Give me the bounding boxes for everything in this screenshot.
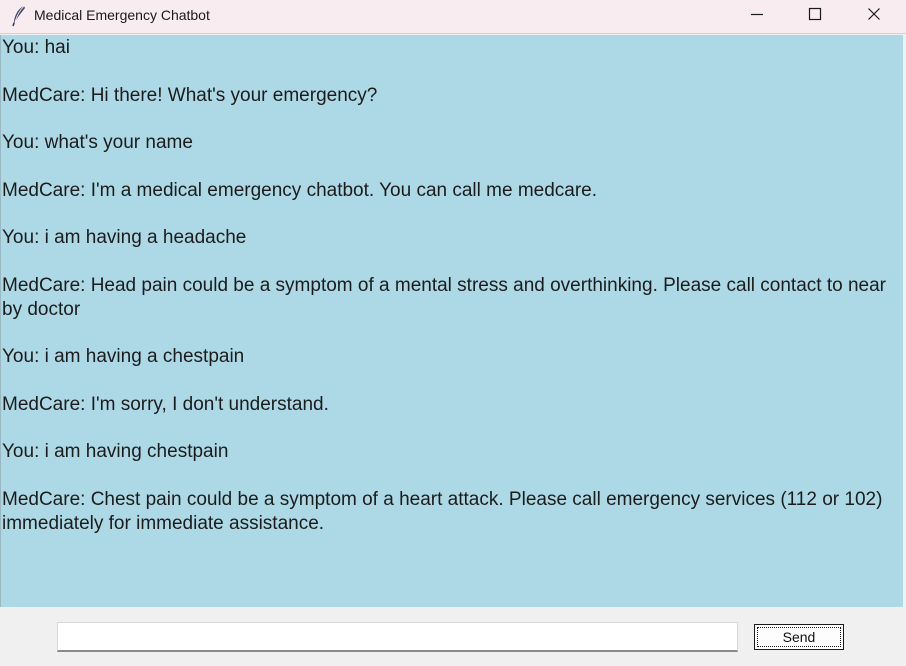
input-bar: Send [0,607,906,666]
minimize-icon [750,7,764,26]
chat-message-bot: MedCare: Hi there! What's your emergency… [2,84,378,106]
chat-message-user: You: i am having chestpain [2,441,229,462]
chat-message-bot: MedCare: I'm sorry, I don't understand. [2,393,329,415]
chat-message-bot: MedCare: Head pain could be a symptom of… [2,274,892,320]
minimize-button[interactable] [728,0,786,33]
maximize-icon [808,7,822,26]
feather-icon [10,5,28,27]
title-bar[interactable]: Medical Emergency Chatbot [0,0,906,34]
close-icon [867,7,881,26]
maximize-button[interactable] [786,0,844,33]
chat-message-user: You: what's your name [2,132,193,153]
chat-message-user: You: i am having a headache [2,227,247,248]
chat-log[interactable]: You: hai MedCare: Hi there! What's your … [0,35,903,607]
message-input[interactable] [57,622,738,652]
chat-message-user: You: i am having a chestpain [2,346,245,367]
send-button[interactable]: Send [754,624,844,650]
chat-message-bot: MedCare: I'm a medical emergency chatbot… [2,179,598,201]
chat-message-bot: MedCare: Chest pain could be a symptom o… [2,488,888,534]
chat-message-user: You: hai [2,37,70,58]
app-window: Medical Emergency Chatbot You: hai MedCa… [0,0,906,666]
window-title: Medical Emergency Chatbot [34,7,210,23]
close-button[interactable] [845,0,903,33]
